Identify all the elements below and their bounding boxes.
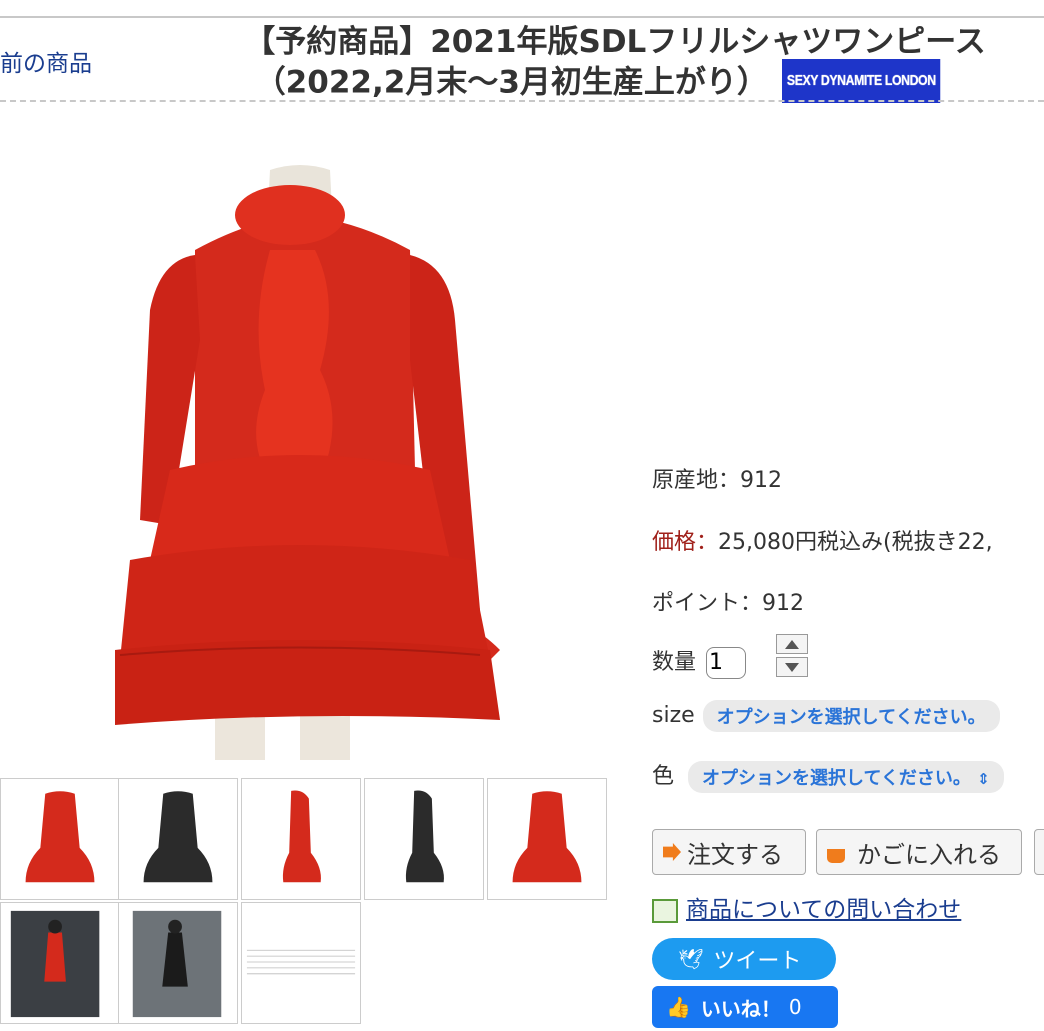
points-label: ポイント： [652, 591, 763, 616]
tweet-label: ツイート [713, 949, 802, 974]
add-to-cart-button[interactable]: かごに入れる [816, 829, 1022, 875]
quantity-label: 数量 [652, 650, 697, 675]
color-row: 色オプションを選択してください。 ⇕ [652, 758, 1004, 793]
thumbnail-black-front[interactable] [118, 778, 238, 900]
inquiry-link[interactable]: 商品についての問い合わせ [652, 890, 961, 924]
twitter-bird-icon: 🕊 [678, 947, 704, 971]
thumbs-up-icon: 👍 [666, 995, 691, 1019]
thumbnail-red-side[interactable] [241, 778, 361, 900]
origin-label: 原産地： [652, 468, 741, 493]
thumbnail-black-side[interactable] [364, 778, 484, 900]
brand-badge[interactable]: SEXY DYNAMITE LONDON [781, 59, 941, 103]
facebook-like-button[interactable]: 👍 いいね！ 0 [652, 986, 838, 1028]
dress-illustration [115, 165, 500, 760]
origin-value: 912 [740, 468, 783, 493]
thumbnail-red-back[interactable] [487, 778, 607, 900]
thumbnail-photo-black-model[interactable] [118, 902, 238, 1024]
inquiry-label: 商品についての問い合わせ [686, 897, 962, 923]
price-label: 価格： [652, 530, 719, 555]
title-divider [0, 100, 1044, 102]
price-value: 25,080円税込み(税抜き22, [718, 530, 993, 555]
product-title: 【予約商品】2021年版SDLフリルシャツワンピース （2022,2月末〜3月初… [200, 22, 1030, 106]
quantity-stepper [776, 634, 810, 680]
like-count: 0 [788, 995, 802, 1019]
pencil-note-icon [652, 898, 678, 923]
arrow-up-icon [785, 639, 799, 649]
tweet-button[interactable]: 🕊 ツイート [652, 938, 836, 980]
size-select[interactable]: オプションを選択してください。 [702, 700, 1000, 732]
order-button[interactable]: 注文する [652, 829, 806, 875]
quantity-up-button[interactable] [776, 634, 808, 654]
points-value: 912 [762, 591, 805, 616]
thumbnail-size-chart[interactable] [241, 902, 361, 1024]
select-arrows-icon: ⇕ [977, 770, 990, 788]
quantity-down-button[interactable] [776, 657, 808, 677]
points-row: ポイント：912 [652, 585, 804, 617]
thumbnail-photo-red-model[interactable] [0, 902, 120, 1024]
like-label: いいね！ [700, 996, 781, 1021]
arrow-down-icon [785, 662, 799, 672]
color-select[interactable]: オプションを選択してください。 ⇕ [688, 761, 1004, 793]
extra-button[interactable] [1034, 829, 1044, 875]
price-row: 価格：25,080円税込み(税抜き22, [652, 524, 993, 556]
top-divider [0, 16, 1044, 18]
origin-row: 原産地：912 [652, 462, 782, 494]
size-row: size オプションを選択してください。 [652, 700, 1000, 732]
main-product-image[interactable] [0, 140, 610, 765]
thumbnail-red-front[interactable] [0, 778, 120, 900]
title-line-2-text: （2022,2月末〜3月初生産上がり） [254, 64, 768, 101]
color-select-text: オプションを選択してください。 [702, 768, 971, 789]
quantity-row: 数量 1 [652, 644, 747, 679]
quantity-input[interactable]: 1 [706, 647, 747, 679]
size-label: size [652, 703, 695, 728]
color-label: 色 [652, 764, 675, 789]
prev-product-link[interactable]: 前の商品 [0, 44, 92, 78]
title-line-1: 【予約商品】2021年版SDLフリルシャツワンピース [244, 24, 986, 60]
basket-icon [827, 849, 845, 863]
order-arrow-icon [663, 843, 681, 861]
add-to-cart-label: かごに入れる [857, 840, 1001, 869]
order-label: 注文する [687, 840, 783, 869]
